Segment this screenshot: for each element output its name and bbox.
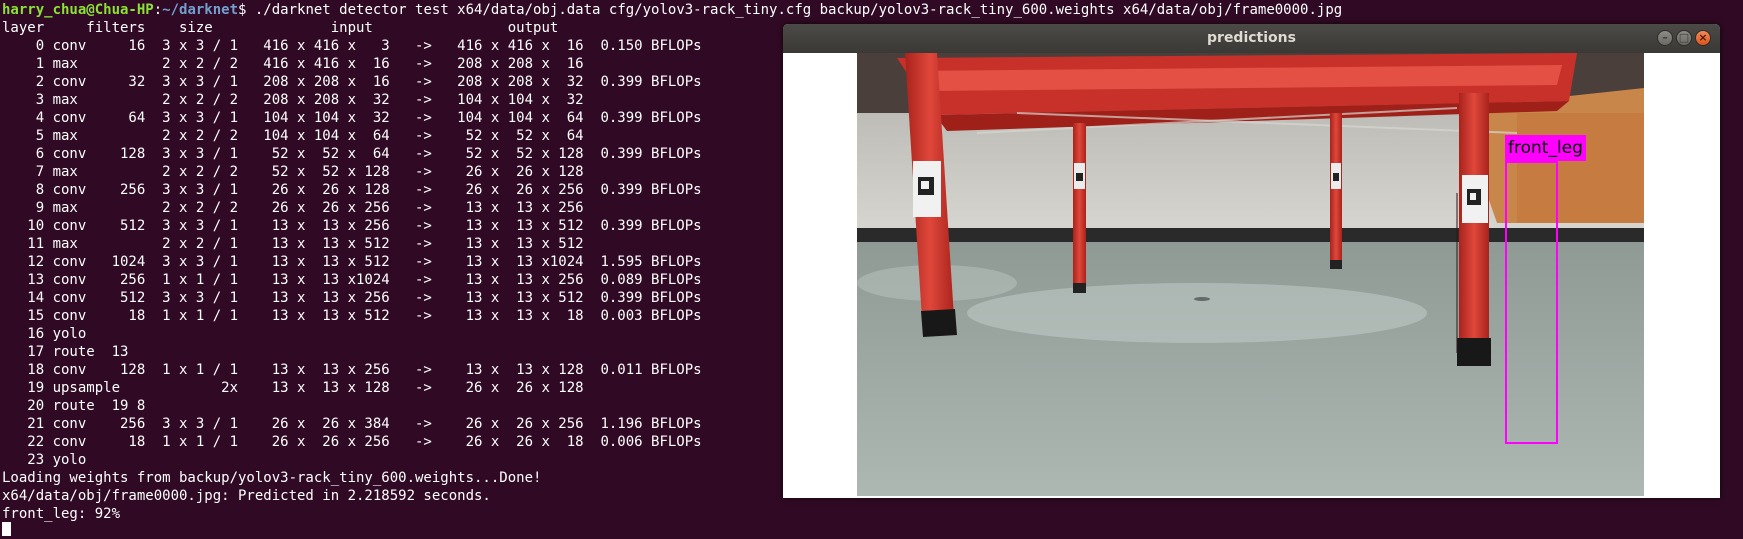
detection-bounding-box: [1505, 161, 1558, 444]
prediction-time-line: x64/data/obj/frame0000.jpg: Predicted in…: [2, 488, 491, 504]
layer-row: 23 yolo: [2, 452, 87, 468]
loading-weights-line: Loading weights from backup/yolov3-rack_…: [2, 470, 542, 486]
prediction-canvas: front_leg: [783, 53, 1720, 498]
layer-row: 7 max 2 x 2 / 2 52 x 52 x 128 -> 26 x 26…: [2, 164, 584, 180]
layer-row: 3 max 2 x 2 / 2 208 x 208 x 32 -> 104 x …: [2, 92, 584, 108]
layer-row: 5 max 2 x 2 / 2 104 x 104 x 64 -> 52 x 5…: [2, 128, 584, 144]
prompt-separator: :: [153, 2, 163, 18]
layer-row: 1 max 2 x 2 / 2 416 x 416 x 16 -> 208 x …: [2, 56, 584, 72]
layer-row: 9 max 2 x 2 / 2 26 x 26 x 256 -> 13 x 13…: [2, 200, 584, 216]
layer-row: 21 conv 256 3 x 3 / 1 26 x 26 x 384 -> 2…: [2, 416, 702, 432]
window-title: predictions: [1207, 30, 1296, 46]
layer-row: 15 conv 18 1 x 1 / 1 13 x 13 x 512 -> 13…: [2, 308, 702, 324]
detection-result-line: front_leg: 92%: [2, 506, 121, 522]
layer-row: 17 route 13: [2, 344, 129, 360]
layer-row: 0 conv 16 3 x 3 / 1 416 x 416 x 3 -> 416…: [2, 38, 702, 54]
predictions-window[interactable]: predictions – □ × front_leg: [783, 24, 1720, 498]
command-text: ./darknet detector test x64/data/obj.dat…: [246, 2, 1343, 18]
layer-row: 8 conv 256 3 x 3 / 1 26 x 26 x 128 -> 26…: [2, 182, 702, 198]
detection-label: front_leg: [1505, 135, 1586, 161]
layer-row: 16 yolo: [2, 326, 87, 342]
layer-row: 19 upsample 2x 13 x 13 x 128 -> 26 x 26 …: [2, 380, 584, 396]
layer-row: 22 conv 18 1 x 1 / 1 26 x 26 x 256 -> 26…: [2, 434, 702, 450]
layer-row: 10 conv 512 3 x 3 / 1 13 x 13 x 256 -> 1…: [2, 218, 702, 234]
prompt-path: ~/darknet: [162, 2, 239, 18]
window-titlebar[interactable]: predictions – □ ×: [783, 24, 1720, 53]
layer-row: 14 conv 512 3 x 3 / 1 13 x 13 x 256 -> 1…: [2, 290, 702, 306]
layer-row: 11 max 2 x 2 / 1 13 x 13 x 512 -> 13 x 1…: [2, 236, 584, 252]
prompt-user-host: harry_chua@Chua-HP: [2, 2, 154, 18]
close-icon[interactable]: ×: [1695, 30, 1711, 46]
terminal-cursor: [2, 521, 11, 539]
layer-row: 18 conv 128 1 x 1 / 1 13 x 13 x 256 -> 1…: [2, 362, 702, 378]
layer-row: 13 conv 256 1 x 1 / 1 13 x 13 x1024 -> 1…: [2, 272, 702, 288]
layer-row: 6 conv 128 3 x 3 / 1 52 x 52 x 64 -> 52 …: [2, 146, 702, 162]
command-line: harry_chua@Chua-HP:~/darknet$ ./darknet …: [2, 1, 1342, 19]
layer-row: 20 route 19 8: [2, 398, 146, 414]
layer-table-header: layer filters size input output: [2, 20, 559, 36]
minimize-icon[interactable]: –: [1657, 30, 1673, 46]
layer-row: 2 conv 32 3 x 3 / 1 208 x 208 x 16 -> 20…: [2, 74, 702, 90]
maximize-icon[interactable]: □: [1676, 30, 1692, 46]
layer-row: 12 conv 1024 3 x 3 / 1 13 x 13 x 512 -> …: [2, 254, 702, 270]
layer-row: 4 conv 64 3 x 3 / 1 104 x 104 x 32 -> 10…: [2, 110, 702, 126]
